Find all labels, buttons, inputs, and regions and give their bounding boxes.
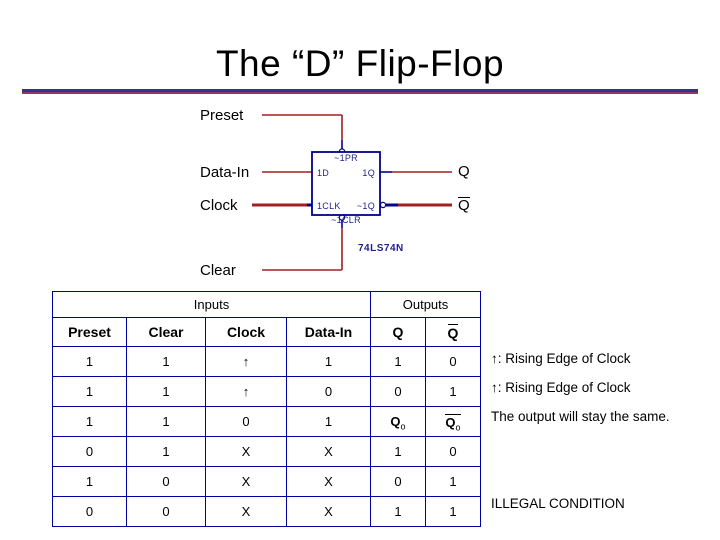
cell-q-bar-overbar: Qo xyxy=(445,413,461,433)
row-note: ILLEGAL CONDITION xyxy=(491,496,625,511)
divider-line-red xyxy=(22,92,698,94)
circuit-label-clock: Clock xyxy=(200,197,238,214)
row-note: ↑: Rising Edge of Clock xyxy=(491,351,631,366)
chip-pin-qbar-label: ~1Q xyxy=(357,201,375,211)
cell-q: 1 xyxy=(370,346,426,377)
table-column-header-row: Preset Clear Clock Data-In Q Q xyxy=(52,317,481,347)
circuit-label-q-bar: Q xyxy=(458,197,470,214)
truth-table-notes: ↑: Rising Edge of Clock ↑: Rising Edge o… xyxy=(491,291,720,518)
table-row: 1 0 X X 0 1 xyxy=(52,466,481,497)
cell-q: 0 xyxy=(370,466,426,497)
cell-q-bar-symbol: Q xyxy=(445,414,456,430)
column-header-q-bar-overbar: Q xyxy=(447,323,459,341)
notes-spacer-head xyxy=(491,316,720,344)
cell-q-bar-subscript: o xyxy=(455,422,461,433)
cell-clock: 0 xyxy=(205,406,287,437)
cell-clock: X xyxy=(205,436,287,467)
column-header-preset: Preset xyxy=(52,317,127,347)
table-group-header-row: Inputs Outputs xyxy=(52,291,481,318)
qbar-inversion-bubble xyxy=(379,201,387,209)
table-row: 1 1 ↑ 1 1 0 xyxy=(52,346,481,377)
cell-preset: 1 xyxy=(52,346,127,377)
cell-preset: 1 xyxy=(52,406,127,437)
cell-clear: 0 xyxy=(126,496,206,527)
cell-preset: 0 xyxy=(52,496,127,527)
table-row: 0 0 X X 1 1 xyxy=(52,496,481,527)
q-bar-overbar: Q xyxy=(458,197,470,214)
cell-q: 1 xyxy=(370,496,426,527)
chip-pin-clear-label: ~1CLR xyxy=(331,215,361,225)
cell-clear: 0 xyxy=(126,466,206,497)
title-divider xyxy=(22,89,698,94)
cell-data-in: 1 xyxy=(286,406,371,437)
cell-preset: 0 xyxy=(52,436,127,467)
chip-pin-data-label: 1D xyxy=(317,168,329,178)
cell-q: 1 xyxy=(370,436,426,467)
cell-clear: 1 xyxy=(126,376,206,407)
cell-clear: 1 xyxy=(126,406,206,437)
cell-q-bar: 0 xyxy=(425,436,481,467)
cell-data-in: 0 xyxy=(286,376,371,407)
cell-q: 0 xyxy=(370,376,426,407)
cell-clock: X xyxy=(205,466,287,497)
cell-clock: ↑ xyxy=(205,346,287,377)
notes-spacer-group xyxy=(491,291,720,316)
table-row: 1 1 ↑ 0 0 1 xyxy=(52,376,481,407)
chip-pin-preset-label: ~1PR xyxy=(334,153,358,163)
cell-preset: 1 xyxy=(52,466,127,497)
column-header-clock: Clock xyxy=(205,317,287,347)
row-note xyxy=(491,460,720,489)
chip-pin-clock-label: 1CLK xyxy=(317,201,341,211)
cell-q-bar: 1 xyxy=(425,466,481,497)
cell-q-bar: 1 xyxy=(425,496,481,527)
cell-q-bar: 1 xyxy=(425,376,481,407)
column-header-q: Q xyxy=(370,317,426,347)
group-header-inputs: Inputs xyxy=(52,291,371,318)
cell-q-subscript: o xyxy=(400,421,406,432)
cell-clock: ↑ xyxy=(205,376,287,407)
cell-data-in: X xyxy=(286,496,371,527)
cell-q-bar: Qo xyxy=(425,406,481,437)
cell-q: Qo xyxy=(370,406,426,437)
cell-data-in: X xyxy=(286,466,371,497)
cell-q-symbol: Q xyxy=(390,414,401,429)
cell-preset: 1 xyxy=(52,376,127,407)
column-header-q-bar: Q xyxy=(425,317,481,347)
circuit-label-q: Q xyxy=(458,163,470,180)
page-title: The “D” Flip-Flop xyxy=(215,43,505,84)
row-note xyxy=(491,431,720,460)
table-row: 0 1 X X 1 0 xyxy=(52,436,481,467)
cell-data-in: 1 xyxy=(286,346,371,377)
truth-table: Inputs Outputs Preset Clear Clock Data-I… xyxy=(52,291,481,527)
column-header-clear: Clear xyxy=(126,317,206,347)
flip-flop-circuit-diagram: ~1PR 1D 1Q 1CLK ~1Q ~1CLR 74LS74N Preset… xyxy=(0,100,540,290)
table-row: 1 1 0 1 Qo Qo xyxy=(52,406,481,437)
cell-clear: 1 xyxy=(126,346,206,377)
circuit-label-preset: Preset xyxy=(200,107,244,124)
cell-clock: X xyxy=(205,496,287,527)
cell-clear: 1 xyxy=(126,436,206,467)
column-header-data-in: Data-In xyxy=(286,317,371,347)
chip-pin-q-label: 1Q xyxy=(362,168,375,178)
group-header-outputs: Outputs xyxy=(370,291,481,318)
row-note: ↑: Rising Edge of Clock xyxy=(491,380,631,395)
chip-part-number-label: 74LS74N xyxy=(358,243,404,254)
row-note: The output will stay the same. xyxy=(491,409,670,424)
circuit-label-data-in: Data-In xyxy=(200,164,249,181)
circuit-label-clear: Clear xyxy=(200,262,236,279)
cell-q-bar: 0 xyxy=(425,346,481,377)
cell-data-in: X xyxy=(286,436,371,467)
